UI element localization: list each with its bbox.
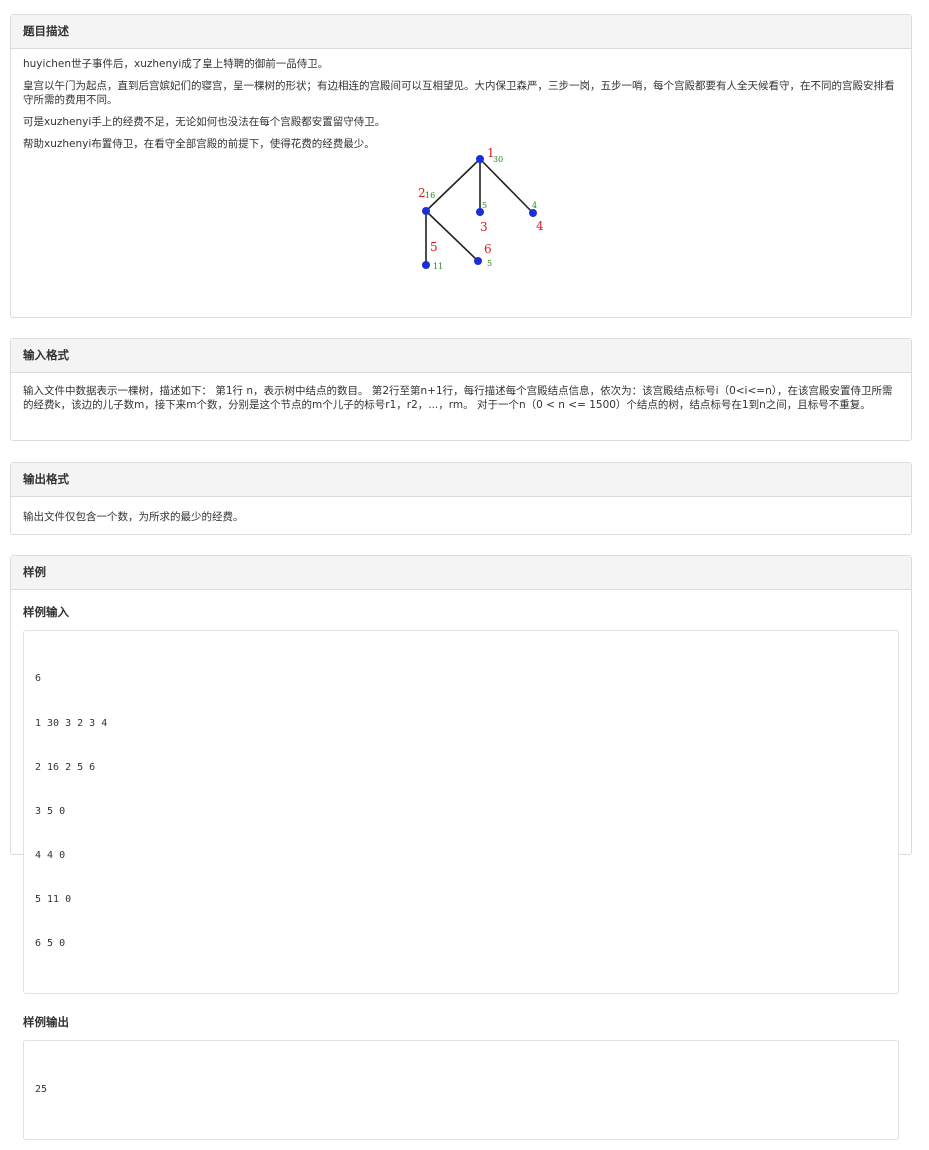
sample-input-block[interactable]: 6 1 30 3 2 3 4 2 16 2 5 6 3 5 0 4 4 0 5 … [23, 630, 899, 995]
description-title: 题目描述 [11, 15, 911, 49]
description-paragraph: 皇宫以午门为起点，直到后宫嫔妃们的寝宫，呈一棵树的形状；有边相连的宫殿间可以互相… [23, 80, 895, 106]
output-format-panel: 输出格式 输出文件仅包含一个数，为所求的最少的经费。 [10, 462, 912, 535]
tree-node-5-cost: 11 [433, 262, 443, 271]
sample-input-line: 3 5 0 [35, 805, 66, 817]
output-format-title: 输出格式 [11, 463, 911, 497]
sample-input-line: 6 [35, 673, 42, 685]
sample-input-line: 4 4 0 [35, 849, 66, 861]
input-format-body: 输入文件中数据表示一棵树，描述如下： 第1行 n，表示树中结点的数目。 第2行至… [11, 373, 911, 422]
input-format-panel: 输入格式 输入文件中数据表示一棵树，描述如下： 第1行 n，表示树中结点的数目。… [10, 338, 912, 441]
tree-node-4 [529, 209, 537, 217]
sample-body: 样例输入 6 1 30 3 2 3 4 2 16 2 5 6 3 5 0 4 4… [11, 590, 911, 1150]
tree-node-6-cost: 5 [487, 259, 492, 268]
sample-input-line: 5 11 0 [35, 893, 72, 905]
output-format-body: 输出文件仅包含一个数，为所求的最少的经费。 [11, 497, 911, 534]
tree-edge-1-4 [479, 158, 534, 214]
sample-output-title: 样例输出 [23, 1015, 69, 1030]
tree-node-1 [476, 155, 484, 163]
tree-node-3-cost: 5 [482, 201, 487, 210]
tree-node-2 [422, 207, 430, 215]
tree-node-2-cost: 16 [425, 191, 435, 200]
output-format-text: 输出文件仅包含一个数，为所求的最少的经费。 [23, 511, 244, 523]
tree-diagram: 1 30 2 16 5 3 4 4 5 11 6 5 [418, 146, 544, 271]
tree-node-6-id: 6 [484, 242, 492, 256]
sample-input-line: 1 30 3 2 3 4 [35, 717, 108, 729]
sample-output-line: 25 [35, 1083, 48, 1095]
input-format-text: 输入文件中数据表示一棵树，描述如下： 第1行 n，表示树中结点的数目。 第2行至… [23, 385, 893, 411]
sample-title: 样例 [11, 556, 911, 590]
tree-node-3-id: 3 [480, 220, 488, 234]
tree-node-6 [474, 257, 482, 265]
sample-input-line: 2 16 2 5 6 [35, 761, 96, 773]
tree-figure: 1 30 2 16 5 3 4 4 5 11 6 5 [23, 145, 899, 275]
tree-node-4-id: 4 [536, 219, 544, 233]
description-paragraph: 可是xuzhenyi手上的经费不足，无论如何也没法在每个宫殿都安置留守侍卫。 [23, 116, 386, 128]
sample-panel: 样例 样例输入 6 1 30 3 2 3 4 2 16 2 5 6 3 5 0 … [10, 555, 912, 1140]
sample-input-line: 6 5 0 [35, 938, 66, 950]
description-body: huyichen世子事件后，xuzhenyi成了皇上特聘的御前一品侍卫。 皇宫以… [11, 49, 911, 285]
tree-edge-1-2 [425, 158, 481, 212]
description-paragraph: huyichen世子事件后，xuzhenyi成了皇上特聘的御前一品侍卫。 [23, 58, 329, 70]
sample-output-block[interactable]: 25 [23, 1040, 899, 1140]
tree-node-5-id: 5 [430, 240, 438, 254]
tree-node-5 [422, 261, 430, 269]
tree-node-1-cost: 30 [493, 155, 503, 164]
description-panel: 题目描述 huyichen世子事件后，xuzhenyi成了皇上特聘的御前一品侍卫… [10, 14, 912, 318]
sample-input-title: 样例输入 [23, 605, 69, 619]
input-format-title: 输入格式 [11, 339, 911, 373]
tree-node-4-cost: 4 [532, 201, 537, 210]
